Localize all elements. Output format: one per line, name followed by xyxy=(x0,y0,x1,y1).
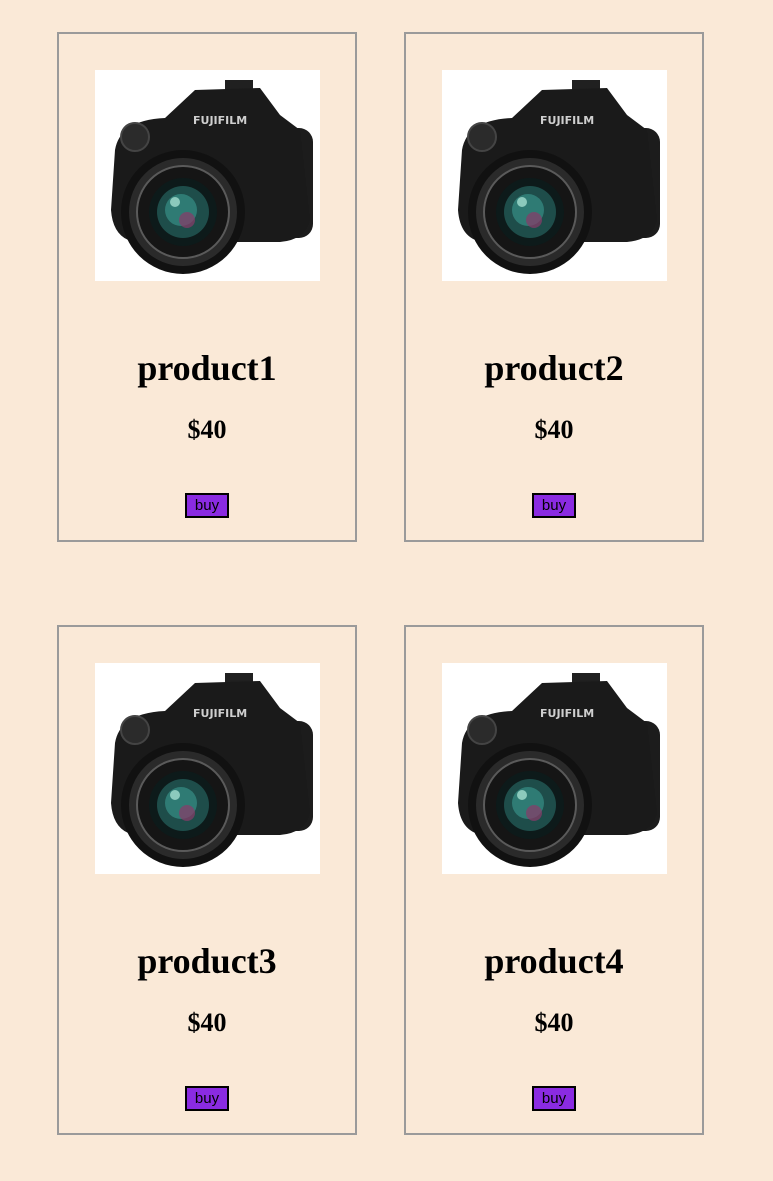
product-name: product3 xyxy=(137,941,277,981)
camera-photo: FUJIFILM xyxy=(442,70,667,281)
svg-text:FUJIFILM: FUJIFILM xyxy=(540,114,594,127)
buy-button[interactable]: buy xyxy=(532,493,576,518)
product-price: $40 xyxy=(534,415,574,444)
buy-button[interactable]: buy xyxy=(185,493,229,518)
product-card: FUJIFILM product2 $40 buy xyxy=(404,32,704,542)
camera-photo: FUJIFILM xyxy=(95,70,320,281)
product-name: product4 xyxy=(484,941,624,981)
product-card: FUJIFILM product4 $40 buy xyxy=(404,625,704,1135)
product-name: product1 xyxy=(137,348,277,388)
buy-button[interactable]: buy xyxy=(532,1086,576,1111)
product-name: product2 xyxy=(484,348,624,388)
product-price: $40 xyxy=(534,1008,574,1037)
product-grid: FUJIFILM product1 $40 buy FUJIFILM produ… xyxy=(57,32,704,1135)
svg-text:FUJIFILM: FUJIFILM xyxy=(193,707,247,720)
product-price: $40 xyxy=(187,415,227,444)
svg-text:FUJIFILM: FUJIFILM xyxy=(540,707,594,720)
product-price: $40 xyxy=(187,1008,227,1037)
camera-photo: FUJIFILM xyxy=(95,663,320,874)
product-card: FUJIFILM product3 $40 buy xyxy=(57,625,357,1135)
product-card: FUJIFILM product1 $40 buy xyxy=(57,32,357,542)
svg-text:FUJIFILM: FUJIFILM xyxy=(193,114,247,127)
camera-photo: FUJIFILM xyxy=(442,663,667,874)
buy-button[interactable]: buy xyxy=(185,1086,229,1111)
